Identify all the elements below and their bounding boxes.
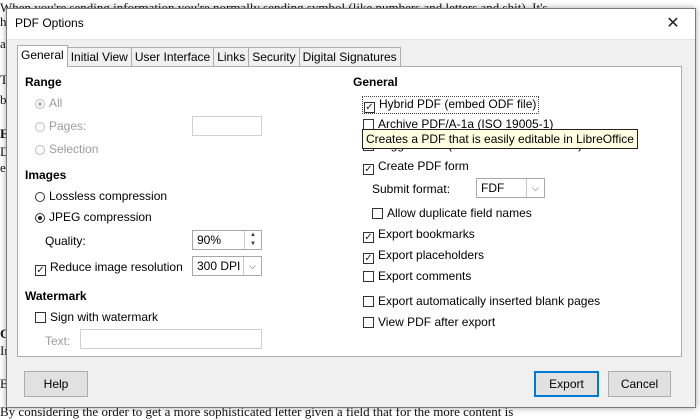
range-all-label: All <box>49 96 63 110</box>
lossless-option[interactable]: Lossless compression <box>35 189 167 203</box>
chevron-down-icon[interactable]: ⌵ <box>526 179 544 197</box>
tab-links[interactable]: Links <box>213 47 250 67</box>
checkbox-icon <box>363 271 374 282</box>
spin-up-icon[interactable]: ▲ <box>245 231 261 240</box>
tooltip: Creates a PDF that is easily editable in… <box>362 129 638 149</box>
jpeg-label: JPEG compression <box>49 210 152 224</box>
radio-icon <box>35 145 45 155</box>
tab-initial-view[interactable]: Initial View <box>66 47 132 67</box>
export-placeholders-label: Export placeholders <box>378 248 485 262</box>
create-form-option[interactable]: ✓ Create PDF form <box>363 159 469 175</box>
radio-icon <box>35 213 45 223</box>
export-bookmarks-option[interactable]: ✓ Export bookmarks <box>363 227 475 243</box>
tab-bar: General Initial View User Interface Link… <box>17 45 401 67</box>
watermark-text-input[interactable] <box>80 329 262 349</box>
export-button[interactable]: Export <box>534 371 599 397</box>
hybrid-pdf-option[interactable]: ✓ Hybrid PDF (embed ODF file) <box>362 96 540 114</box>
quality-value: 90% <box>197 233 222 247</box>
dialog-title: PDF Options <box>15 16 84 30</box>
checkbox-icon: ✓ <box>363 164 374 175</box>
allow-duplicate-option[interactable]: Allow duplicate field names <box>372 206 532 220</box>
checkbox-icon <box>372 208 383 219</box>
close-icon[interactable]: ✕ <box>651 9 695 39</box>
export-bookmarks-label: Export bookmarks <box>378 227 475 241</box>
reduce-resolution-option[interactable]: ✓ Reduce image resolution <box>35 260 183 276</box>
export-blank-pages-option[interactable]: Export automatically inserted blank page… <box>363 294 600 308</box>
checkbox-icon <box>363 296 374 307</box>
doc-line: a <box>0 36 6 51</box>
tab-digital-signatures[interactable]: Digital Signatures <box>298 47 401 67</box>
pages-input[interactable] <box>192 116 262 136</box>
spin-down-icon[interactable]: ▼ <box>245 240 261 249</box>
export-comments-label: Export comments <box>378 269 472 283</box>
range-pages-option[interactable]: Pages: <box>35 119 86 133</box>
tab-security[interactable]: Security <box>248 47 300 67</box>
export-blank-pages-label: Export automatically inserted blank page… <box>378 294 601 308</box>
export-placeholders-option[interactable]: ✓ Export placeholders <box>363 248 484 264</box>
resolution-combo[interactable]: 300 DPI ⌵ <box>192 256 262 276</box>
spin-buttons[interactable]: ▲ ▼ <box>244 231 261 249</box>
resolution-value: 300 DPI <box>197 259 241 273</box>
cancel-button[interactable]: Cancel <box>608 371 671 397</box>
general-panel: Range All Pages: Selection Images Lossle… <box>17 66 682 357</box>
submit-format-value: FDF <box>481 181 505 195</box>
watermark-heading: Watermark <box>25 289 87 303</box>
checkbox-icon: ✓ <box>364 102 375 113</box>
images-heading: Images <box>25 168 67 182</box>
submit-format-combo[interactable]: FDF ⌵ <box>476 178 545 198</box>
range-heading: Range <box>25 75 62 89</box>
checkbox-icon <box>363 317 374 328</box>
pdf-options-dialog: PDF Options ✕ General Initial View User … <box>6 8 696 408</box>
range-all-option[interactable]: All <box>35 96 62 110</box>
checkbox-icon: ✓ <box>363 253 374 264</box>
quality-stepper[interactable]: 90% ▲ ▼ <box>192 230 262 250</box>
tab-general[interactable]: General <box>17 45 68 67</box>
radio-icon <box>35 99 45 109</box>
checkbox-icon: ✓ <box>363 232 374 243</box>
create-form-label: Create PDF form <box>378 159 469 173</box>
view-after-export-option[interactable]: View PDF after export <box>363 315 495 329</box>
view-after-export-label: View PDF after export <box>378 315 496 329</box>
checkbox-icon: ✓ <box>35 265 46 276</box>
jpeg-option[interactable]: JPEG compression <box>35 210 152 224</box>
sign-watermark-label: Sign with watermark <box>50 310 159 324</box>
help-button[interactable]: Help <box>24 371 88 397</box>
quality-label: Quality: <box>45 234 86 248</box>
checkbox-icon <box>35 312 46 323</box>
general-heading: General <box>353 75 398 89</box>
radio-icon <box>35 192 45 202</box>
range-selection-option[interactable]: Selection <box>35 142 98 156</box>
reduce-resolution-label: Reduce image resolution <box>50 260 183 274</box>
sign-watermark-option[interactable]: Sign with watermark <box>35 310 158 324</box>
allow-duplicate-label: Allow duplicate field names <box>387 206 532 220</box>
tab-user-interface[interactable]: User Interface <box>130 47 215 67</box>
range-selection-label: Selection <box>49 142 99 156</box>
watermark-text-label: Text: <box>45 334 71 348</box>
lossless-label: Lossless compression <box>49 189 168 203</box>
range-pages-label: Pages: <box>49 119 87 133</box>
chevron-down-icon[interactable]: ⌵ <box>243 257 261 275</box>
title-bar: PDF Options ✕ <box>7 9 695 40</box>
hybrid-pdf-label: Hybrid PDF (embed ODF file) <box>379 97 537 111</box>
submit-format-label: Submit format: <box>372 182 451 196</box>
radio-icon <box>35 122 45 132</box>
export-comments-option[interactable]: Export comments <box>363 269 471 283</box>
